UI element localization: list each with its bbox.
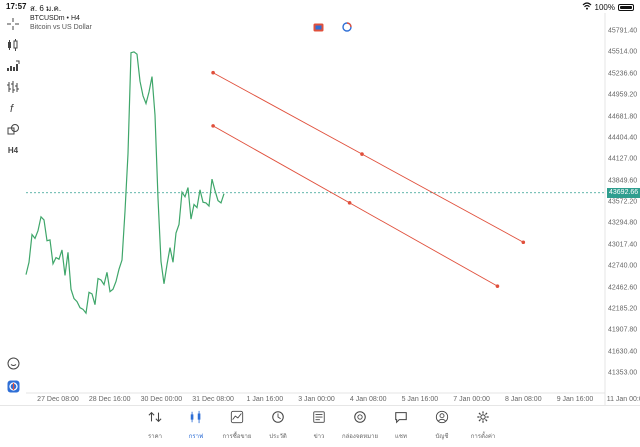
nav-item-chat[interactable]: แชท — [381, 410, 421, 441]
nav-item-settings[interactable]: การตั้งค่า — [463, 410, 503, 441]
quotes-icon — [148, 410, 162, 429]
time-axis-label: 7 Jan 00:00 — [453, 396, 490, 403]
price-axis-label: 45791.40 — [608, 27, 638, 35]
price-axis-label: 43572.20 — [608, 198, 638, 206]
time-axis-label: 3 Jan 00:00 — [298, 396, 335, 403]
price-axis-label: 43849.60 — [608, 177, 638, 185]
trend-channels — [211, 70, 526, 288]
time-axis-label: 30 Dec 00:00 — [140, 396, 183, 403]
time-axis-label: 11 Jan 00:00 — [606, 396, 640, 403]
settings-icon — [476, 410, 490, 429]
time-axis-label: 1 Jan 16:00 — [246, 396, 284, 403]
time-axis-label: 27 Dec 08:00 — [37, 396, 79, 403]
nav-item-history[interactable]: ประวัติ — [258, 410, 298, 441]
price-axis-label: 44127.00 — [608, 155, 638, 163]
channel-anchor-point — [521, 240, 526, 245]
nav-item-mailbox[interactable]: กล่องจดหมาย — [340, 410, 380, 441]
nav-item-account[interactable]: บัญชี — [422, 410, 462, 441]
channel-anchor-point — [360, 152, 364, 156]
price-axis-label: 42462.60 — [608, 284, 638, 291]
time-axis-label: 9 Jan 16:00 — [556, 396, 594, 403]
price-axis-label: 41353.00 — [608, 369, 638, 377]
price-axis-label: 44681.80 — [608, 113, 638, 120]
price-chart[interactable] — [0, 0, 640, 405]
time-axis-label: 4 Jan 08:00 — [349, 396, 387, 403]
chat-icon — [394, 410, 408, 429]
price-axis-label: 41630.40 — [608, 348, 638, 356]
time-axis-label: 31 Dec 08:00 — [192, 396, 234, 403]
price-axis-label: 45236.60 — [608, 70, 638, 78]
account-icon — [435, 410, 449, 429]
time-axis-label: 5 Jan 16:00 — [401, 396, 439, 403]
nav-label: บัญชี — [435, 434, 449, 440]
price-axis-label: 43017.40 — [608, 241, 638, 249]
channel-anchor-point — [211, 124, 215, 128]
channel-anchor-point — [495, 284, 500, 288]
price-axis-label: 45514.00 — [608, 48, 638, 56]
nav-label: การซื้อขาย — [222, 434, 252, 440]
nav-label: ประวัติ — [269, 434, 287, 440]
nav-item-chart[interactable]: กราฟ — [176, 410, 216, 441]
time-axis-label: 8 Jan 08:00 — [505, 396, 542, 403]
price-axis-label: 42740.00 — [608, 262, 638, 270]
news-icon — [312, 410, 326, 429]
time-axis-label: 28 Dec 16:00 — [88, 396, 131, 403]
price-axis-label: 44404.40 — [608, 134, 638, 142]
price-axis-label: 44959.20 — [608, 91, 638, 99]
price-series-line — [25, 51, 225, 315]
channel-line-1 — [212, 72, 524, 243]
chart-icon — [189, 410, 203, 429]
price-axis-label: 41907.80 — [608, 326, 638, 334]
nav-item-quotes[interactable]: ราคา — [135, 410, 175, 441]
channel-anchor-point — [211, 70, 215, 75]
nav-item-news[interactable]: ข่าว — [299, 410, 339, 441]
mailbox-icon — [353, 410, 367, 429]
nav-item-trade[interactable]: การซื้อขาย — [217, 410, 257, 441]
nav-label: ข่าว — [313, 434, 325, 440]
price-axis-label: 43294.80 — [608, 219, 638, 227]
nav-label: กล่องจดหมาย — [341, 434, 379, 440]
trade-icon — [230, 410, 244, 429]
channel-anchor-point — [347, 201, 352, 205]
current-price-tag: 43692.66 — [607, 187, 640, 198]
bottom-nav: ราคา กราฟ การซื้อขาย ประวัติ ข่าว กล่องจดหมาย… — [0, 405, 640, 447]
price-axis-label: 42185.20 — [608, 305, 638, 313]
nav-label: การตั้งค่า — [470, 434, 496, 440]
history-icon — [271, 410, 285, 429]
nav-label: ราคา — [148, 434, 162, 440]
nav-label: แชท — [395, 434, 407, 440]
nav-label: กราฟ — [188, 434, 204, 440]
